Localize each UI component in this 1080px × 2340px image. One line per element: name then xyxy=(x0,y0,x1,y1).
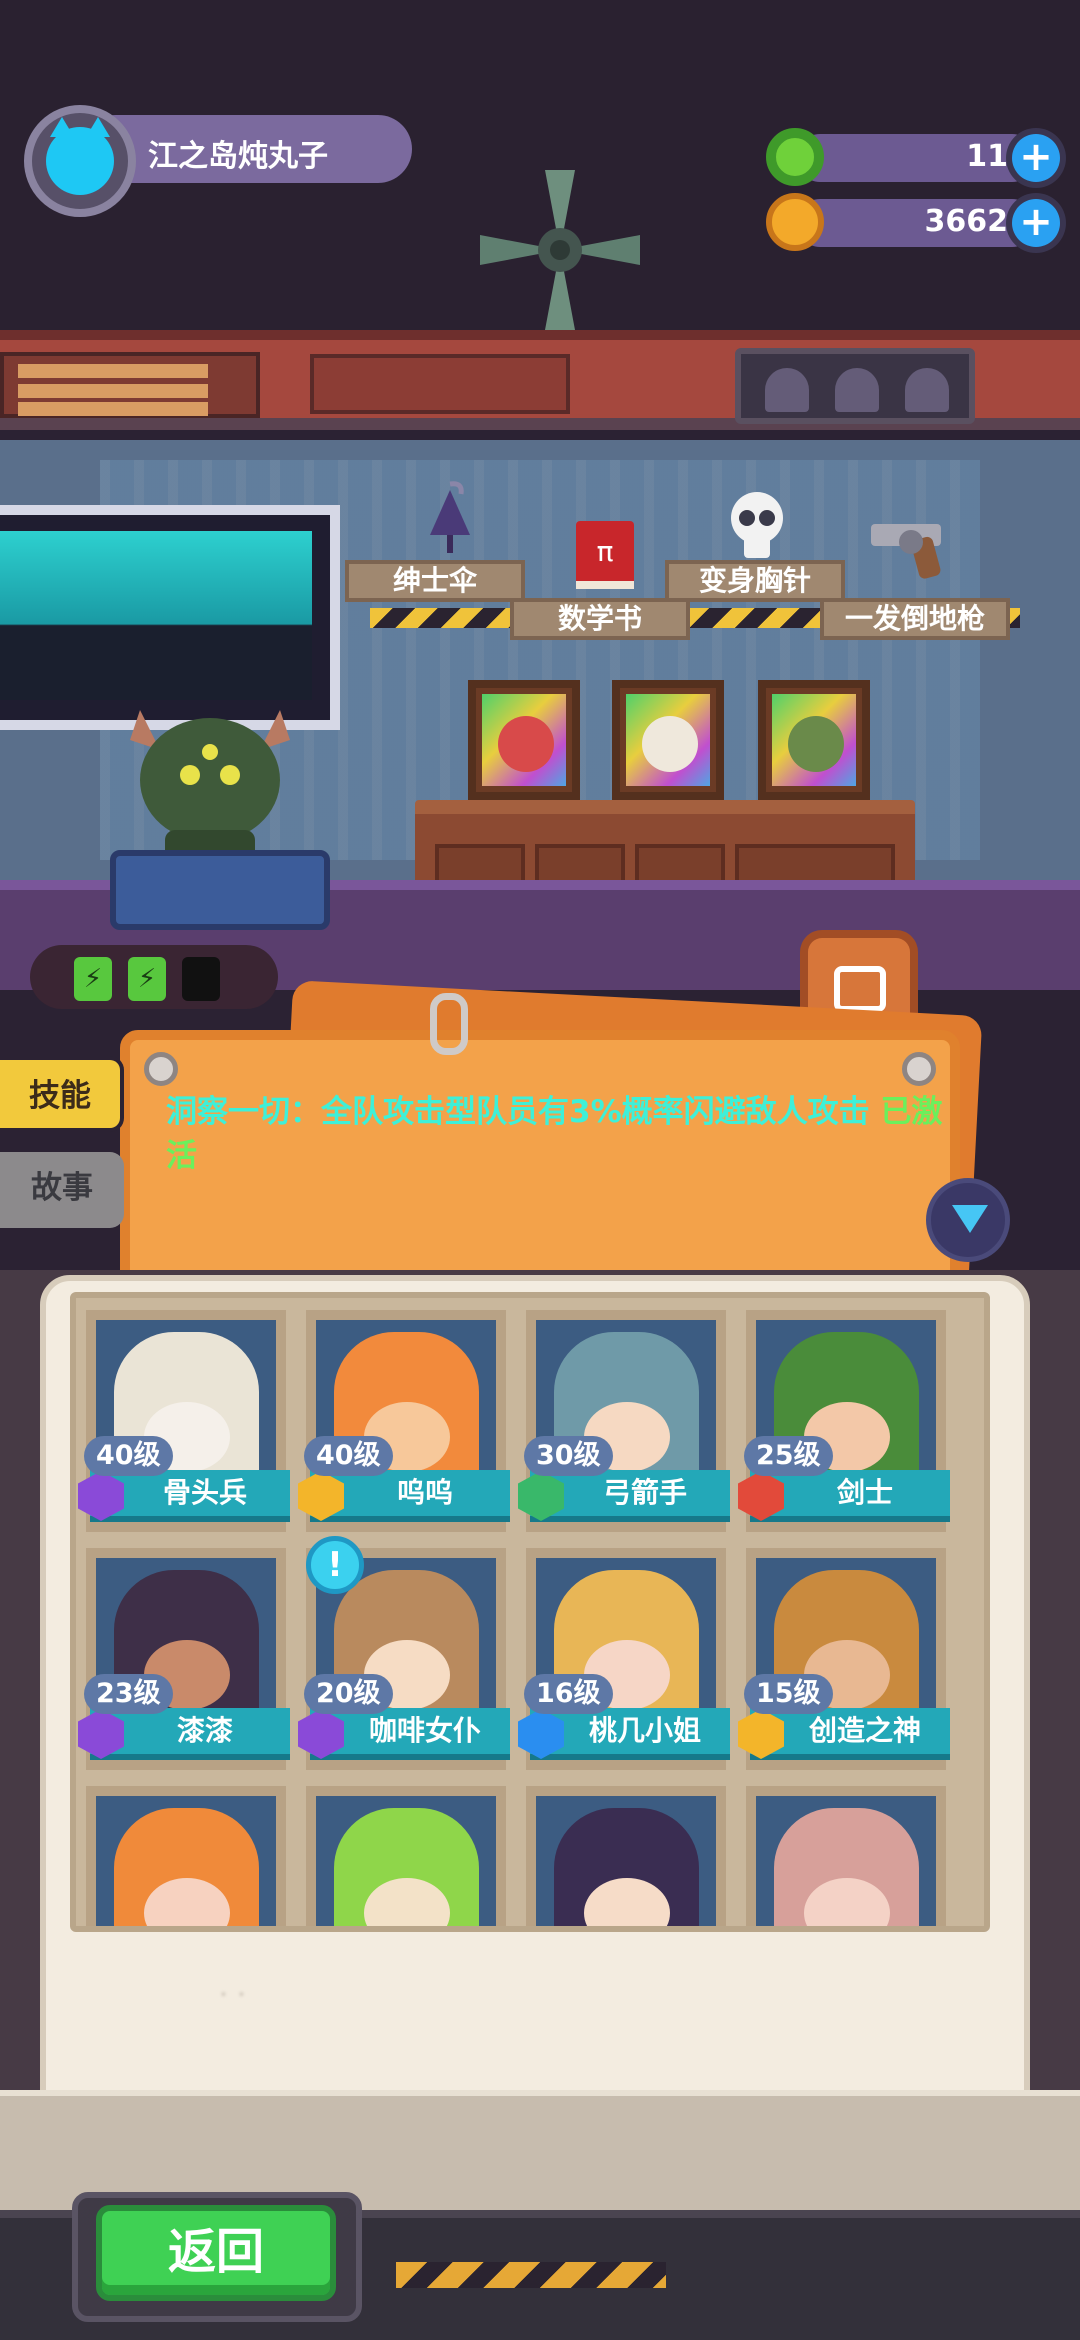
character-card[interactable]: 弓箭手 30级 xyxy=(518,1310,730,1532)
character-level: 40级 xyxy=(84,1436,173,1476)
skill-info-board: 洞察一切：全队攻击型队员有3%概率闪避敌人攻击 已激活 xyxy=(120,1030,960,1290)
character-card[interactable]: 剑士 25级 xyxy=(738,1310,950,1532)
battery-indicator: ⚡ ⚡ xyxy=(30,945,278,1009)
battery-cell-charged: ⚡ xyxy=(128,957,166,1001)
character-name: 呜呜 xyxy=(396,1476,453,1509)
add-gem-button[interactable]: + xyxy=(1006,128,1066,188)
character-card[interactable] xyxy=(526,1786,726,1926)
add-coin-button[interactable]: + xyxy=(1006,193,1066,253)
back-button[interactable]: 返回 xyxy=(96,2205,336,2301)
skill-description: 洞察一切：全队攻击型队员有3%概率闪避敌人攻击 已激活 xyxy=(166,1090,946,1178)
character-level: 40级 xyxy=(304,1436,393,1476)
character-level: 15级 xyxy=(744,1674,833,1714)
character-card[interactable] xyxy=(746,1786,946,1926)
coin-amount: 3662 xyxy=(924,204,1009,239)
item-label-brooch[interactable]: 变身胸针 xyxy=(665,560,845,602)
rivet xyxy=(902,1052,936,1086)
coin-counter: 3662 + xyxy=(766,193,1066,253)
character-name: 骨头兵 xyxy=(162,1476,247,1509)
character-card[interactable]: 漆漆 23级 xyxy=(78,1548,290,1770)
planet-coin-icon xyxy=(766,193,824,251)
character-card[interactable]: 呜呜 40级 xyxy=(298,1310,510,1532)
cat-face-icon xyxy=(46,117,114,195)
metal-panel xyxy=(310,354,570,414)
player-profile[interactable]: 江之岛炖丸子 xyxy=(24,105,412,217)
umbrella-icon[interactable] xyxy=(415,480,485,560)
tab-story[interactable]: 故事 xyxy=(0,1152,124,1228)
paper-clip xyxy=(430,993,468,1055)
camera-icon xyxy=(834,966,886,1012)
book-icon[interactable]: π xyxy=(570,515,640,595)
ghost-display xyxy=(735,348,975,424)
gem-counter: 11 + xyxy=(766,128,1066,188)
character-name: 创造之神 xyxy=(808,1714,921,1747)
page-footer-text: · · xyxy=(220,1983,247,2008)
character-name: 桃几小姐 xyxy=(588,1714,701,1747)
character-grid: 骨头兵 40级 呜呜 40级 弓箭手 30级 剑士 25级 漆漆 23级 咖啡女仆 20级! 桃几小姐 1… xyxy=(70,1292,990,1932)
character-card[interactable]: 咖啡女仆 20级! xyxy=(298,1536,510,1770)
fan-icon xyxy=(480,170,640,330)
character-name: 漆漆 xyxy=(176,1714,233,1747)
character-name: 剑士 xyxy=(836,1476,893,1509)
photo-frame xyxy=(468,680,580,800)
revolver-icon[interactable] xyxy=(865,508,965,588)
upper-shelf xyxy=(0,330,1080,430)
character-name: 弓箭手 xyxy=(602,1476,687,1509)
skull-icon[interactable] xyxy=(722,488,792,568)
character-card[interactable] xyxy=(86,1786,286,1926)
character-name: 咖啡女仆 xyxy=(368,1714,481,1747)
player-avatar[interactable] xyxy=(24,105,136,217)
rivet xyxy=(144,1052,178,1086)
ghost-icon xyxy=(835,368,879,412)
filter-icon xyxy=(952,1205,988,1233)
battery-cell-empty xyxy=(182,957,220,1001)
filter-button[interactable] xyxy=(926,1178,1010,1262)
gem-amount: 11 xyxy=(966,139,1008,174)
character-card[interactable]: 创造之神 15级 xyxy=(738,1548,950,1770)
ghost-icon xyxy=(905,368,949,412)
vent-panel xyxy=(0,352,260,418)
character-level: 30级 xyxy=(524,1436,613,1476)
item-label-book[interactable]: 数学书 xyxy=(510,598,690,640)
tab-skill[interactable]: 技能 xyxy=(0,1056,124,1132)
character-card[interactable]: 骨头兵 40级 xyxy=(78,1310,290,1532)
character-card[interactable]: 桃几小姐 16级 xyxy=(518,1548,730,1770)
character-level: 20级 xyxy=(304,1674,393,1714)
item-label-umbrella[interactable]: 绅士伞 xyxy=(345,560,525,602)
photo-frame xyxy=(612,680,724,800)
photo-frame xyxy=(758,680,870,800)
skill-text: 洞察一切：全队攻击型队员有3%概率闪避敌人攻击 xyxy=(166,1094,870,1130)
item-label-gun[interactable]: 一发倒地枪 xyxy=(820,598,1010,640)
character-level: 25级 xyxy=(744,1436,833,1476)
ghost-icon xyxy=(765,368,809,412)
svg-text:π: π xyxy=(597,535,614,568)
character-card[interactable] xyxy=(306,1786,506,1926)
plus-icon: + xyxy=(1012,199,1060,247)
hazard-stripe xyxy=(396,2262,666,2288)
alert-icon: ! xyxy=(306,1536,364,1594)
player-name: 江之岛炖丸子 xyxy=(148,139,328,174)
character-level: 23级 xyxy=(84,1674,173,1714)
green-donut-icon xyxy=(766,128,824,186)
machine xyxy=(110,850,330,930)
battery-cell-charged: ⚡ xyxy=(74,957,112,1001)
character-level: 16级 xyxy=(524,1674,613,1714)
plus-icon: + xyxy=(1012,134,1060,182)
